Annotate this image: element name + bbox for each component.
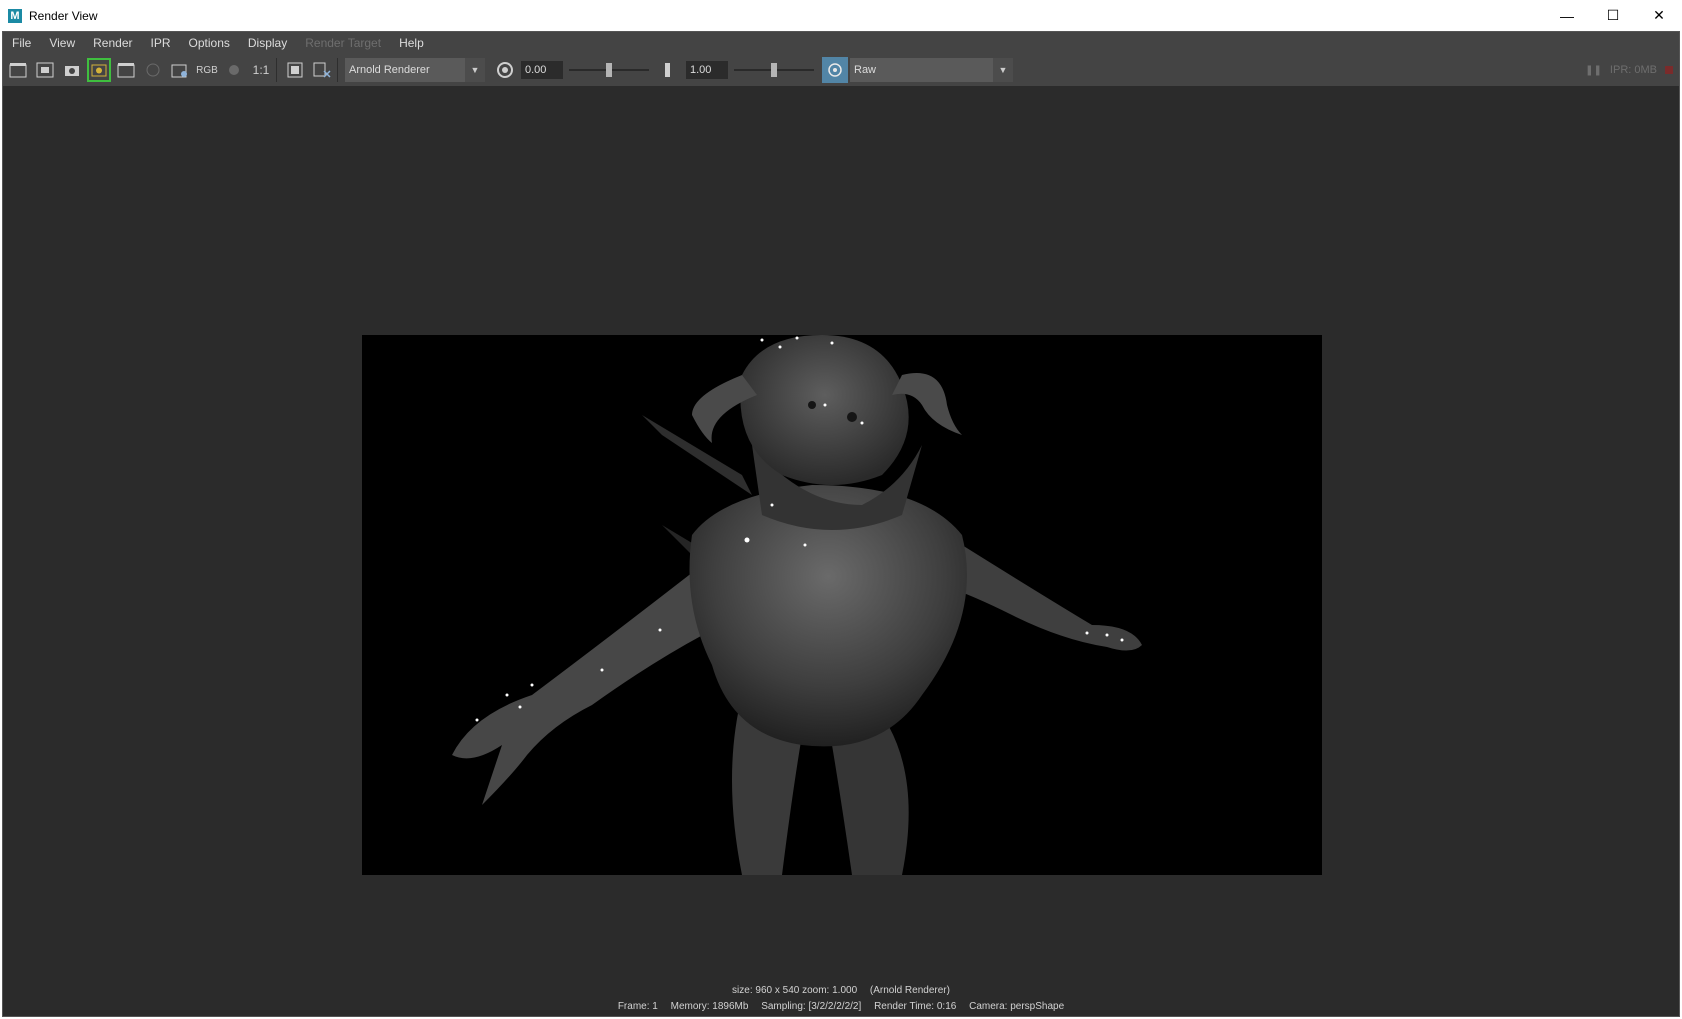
stop-icon[interactable] (1665, 66, 1673, 74)
ipr-refresh-icon[interactable] (114, 58, 138, 82)
toolbar-separator (276, 58, 277, 82)
maximize-button[interactable]: ☐ (1590, 0, 1636, 31)
view-transform-dropdown[interactable]: Raw ▼ (850, 58, 1013, 82)
toolbar-separator (337, 58, 338, 82)
pause-icon[interactable]: ❚❚ (1585, 65, 1602, 76)
image-size-label: size: 960 x 540 zoom: 1.000 (732, 985, 858, 996)
menu-view[interactable]: View (40, 32, 84, 54)
menu-help[interactable]: Help (390, 32, 433, 54)
render-toolbar: RGB 1:1 Arnold Renderer ▼ 0.00 1.00 Raw … (3, 54, 1679, 86)
window-titlebar: M Render View — ☐ ✕ (0, 0, 1682, 31)
renderer-dropdown[interactable]: Arnold Renderer ▼ (345, 58, 485, 82)
render-view-window: File View Render IPR Options Display Ren… (2, 31, 1680, 1017)
color-management-toggle-icon[interactable] (822, 57, 848, 83)
window-controls: — ☐ ✕ (1544, 0, 1682, 31)
render-image (362, 335, 1322, 875)
chevron-down-icon[interactable]: ▼ (993, 58, 1013, 82)
window-title: Render View (29, 8, 98, 23)
render-region-icon[interactable] (33, 58, 57, 82)
ipr-render-icon[interactable] (87, 58, 111, 82)
chevron-down-icon[interactable]: ▼ (465, 58, 485, 82)
sampling-label: Sampling: [3/2/2/2/2/2] (761, 1001, 862, 1012)
render-viewport[interactable]: size: 960 x 540 zoom: 1.000 (Arnold Rend… (3, 86, 1679, 1016)
gamma-icon[interactable] (658, 58, 682, 82)
real-size-button[interactable]: 1:1 (249, 58, 273, 82)
exposure-icon[interactable] (493, 58, 517, 82)
render-info-line-1: size: 960 x 540 zoom: 1.000 (Arnold Rend… (3, 985, 1679, 996)
menu-file[interactable]: File (3, 32, 40, 54)
exposure-slider[interactable] (569, 61, 649, 79)
exposure-field[interactable]: 0.00 (521, 61, 563, 79)
render-settings-icon[interactable] (168, 58, 192, 82)
gamma-slider[interactable] (734, 61, 814, 79)
close-button[interactable]: ✕ (1636, 0, 1682, 31)
menu-render[interactable]: Render (84, 32, 141, 54)
remove-image-icon[interactable] (310, 58, 334, 82)
alpha-channel-icon[interactable] (222, 58, 246, 82)
frame-label: Frame: 1 (617, 1001, 658, 1012)
renderer-label: (Arnold Renderer) (869, 985, 950, 996)
keep-image-icon[interactable] (283, 58, 307, 82)
menu-display[interactable]: Display (239, 32, 296, 54)
camera-label: Camera: perspShape (969, 1001, 1065, 1012)
menu-ipr[interactable]: IPR (142, 32, 180, 54)
gamma-field[interactable]: 1.00 (686, 61, 728, 79)
ipr-memory-label: IPR: 0MB (1609, 64, 1657, 76)
snapshot-icon[interactable] (60, 58, 84, 82)
menu-bar: File View Render IPR Options Display Ren… (3, 32, 1679, 54)
maya-app-icon: M (8, 8, 22, 23)
memory-label: Memory: 1896Mb (670, 1001, 749, 1012)
rendered-creature-image (362, 335, 1322, 875)
render-time-label: Render Time: 0:16 (874, 1001, 957, 1012)
redo-render-icon[interactable] (6, 58, 30, 82)
render-info-line-2: Frame: 1 Memory: 1896Mb Sampling: [3/2/2… (3, 1001, 1679, 1012)
minimize-button[interactable]: — (1544, 0, 1590, 31)
menu-render-target: Render Target (305, 36, 382, 50)
renderer-dropdown-value: Arnold Renderer (349, 64, 430, 76)
ipr-status: ❚❚ IPR: 0MB (1585, 54, 1673, 86)
gamma-slider-thumb[interactable] (771, 63, 777, 77)
exposure-slider-thumb[interactable] (606, 63, 612, 77)
menu-options[interactable]: Options (180, 32, 239, 54)
ipr-stop-icon (141, 58, 165, 82)
display-rgb-channels-button[interactable]: RGB (195, 58, 219, 82)
view-transform-value: Raw (854, 64, 877, 76)
